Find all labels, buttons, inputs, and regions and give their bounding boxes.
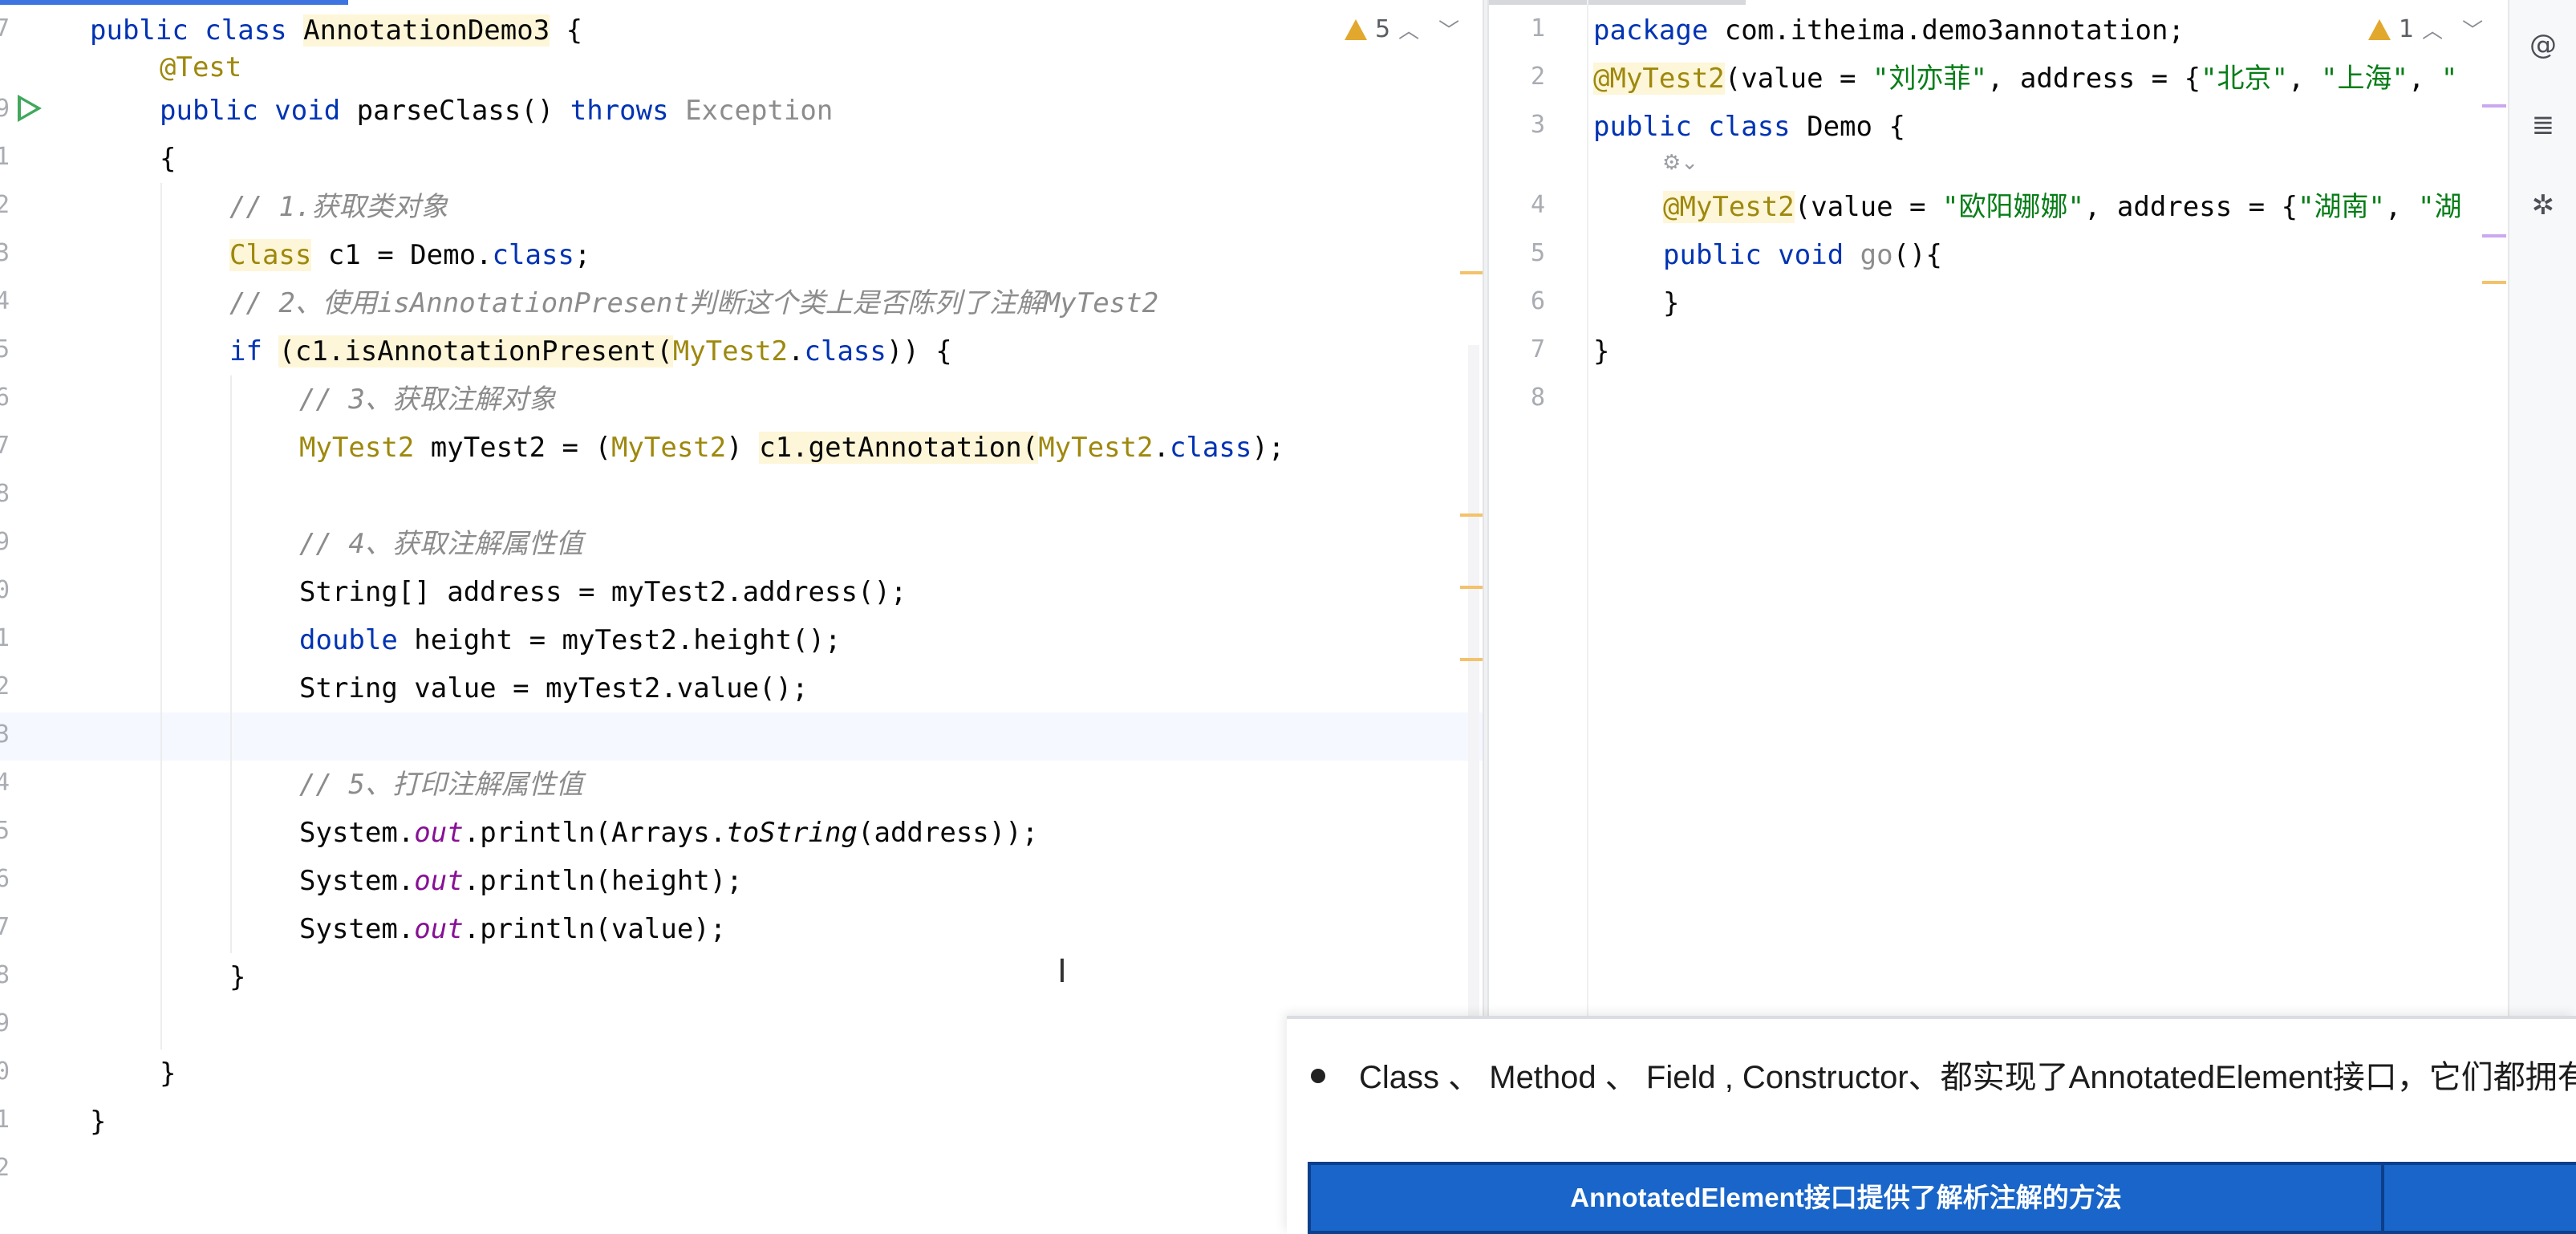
error-stripe-marker[interactable] xyxy=(1460,658,1483,661)
warning-count: 1 xyxy=(2399,15,2415,43)
code-line[interactable]: // 3、获取注解对象 xyxy=(299,375,556,424)
code-line[interactable]: } xyxy=(160,1049,176,1098)
error-stripe-marker[interactable] xyxy=(2482,281,2506,284)
inlay-hint-icon[interactable]: ⚙⌄ xyxy=(1662,151,1698,175)
line-number: 5 xyxy=(1530,239,1545,267)
ai-assistant-icon[interactable]: @ xyxy=(2527,29,2559,61)
line-number: 7 xyxy=(0,14,10,43)
line-number: 6 xyxy=(0,384,10,412)
database-icon[interactable]: ≣ xyxy=(2527,109,2559,141)
indent-guide xyxy=(230,375,232,953)
code-line[interactable]: } xyxy=(90,1098,106,1146)
line-number: 1 xyxy=(1530,14,1545,43)
code-line[interactable]: MyTest2 myTest2 = (MyTest2) c1.getAnnota… xyxy=(299,424,1284,472)
code-line[interactable]: Class c1 = Demo.class; xyxy=(229,231,590,279)
line-number: 3 xyxy=(1530,111,1545,139)
line-number: 7 xyxy=(0,432,10,460)
error-stripe-marker[interactable] xyxy=(1460,513,1483,517)
warning-icon xyxy=(2368,18,2391,40)
line-number: 1 xyxy=(0,1106,10,1134)
inspection-widget[interactable]: 5 ︿ ﹀ xyxy=(1345,14,1471,44)
slide-table-header-cell: AnnotatedElement接口提供了解析注解的方法 xyxy=(1311,1165,2384,1231)
plugin-icon[interactable]: ✲ xyxy=(2527,189,2559,221)
line-number: 4 xyxy=(0,769,10,797)
error-stripe-marker[interactable] xyxy=(2482,104,2506,108)
caret-line-highlight xyxy=(0,712,1483,761)
text-cursor-icon: I xyxy=(1057,953,1067,990)
line-number: 0 xyxy=(0,576,10,604)
line-number: 6 xyxy=(1530,287,1545,315)
code-line[interactable]: public class Demo { xyxy=(1593,103,1905,151)
line-number: 9 xyxy=(0,528,10,556)
error-stripe-marker[interactable] xyxy=(1460,586,1483,589)
error-stripe-marker[interactable] xyxy=(2482,234,2506,237)
line-number: 1 xyxy=(0,624,10,652)
error-stripe-marker[interactable] xyxy=(1460,271,1483,274)
warning-count: 5 xyxy=(1375,15,1391,43)
slide-table-header: AnnotatedElement接口提供了解析注解的方法 xyxy=(1308,1162,2576,1234)
code-line[interactable]: { xyxy=(160,135,176,183)
code-line[interactable]: public void parseClass() throws Exceptio… xyxy=(160,87,833,135)
slide-bullet-text: Class 、 Method 、 Field , Constructor、都实现… xyxy=(1359,1060,2576,1095)
presentation-slide: Class 、 Method 、 Field , Constructor、都实现… xyxy=(1287,1016,2576,1234)
code-line[interactable]: public void go(){ xyxy=(1663,231,1942,279)
code-line[interactable]: // 1.获取类对象 xyxy=(229,183,448,231)
line-number: 5 xyxy=(0,817,10,845)
code-line[interactable]: @MyTest2(value = "欧阳娜娜", address = {"湖南"… xyxy=(1663,183,2461,231)
code-line[interactable]: System.out.println(height); xyxy=(299,857,743,905)
line-number: 0 xyxy=(0,1057,10,1086)
line-number: 4 xyxy=(1530,191,1545,219)
line-number: 2 xyxy=(0,672,10,700)
line-number: 2 xyxy=(0,191,10,219)
chevron-down-icon[interactable]: ﹀ xyxy=(1438,14,1471,44)
run-gutter-icon[interactable] xyxy=(18,95,42,122)
code-line[interactable]: // 2、使用isAnnotationPresent判断这个类上是否陈列了注解M… xyxy=(229,279,1158,327)
inspection-widget[interactable]: 1 ︿ ﹀ xyxy=(2368,14,2494,44)
line-number: 7 xyxy=(1530,335,1545,363)
line-number-gutter: 7 9 1 2 3 4 5 6 7 8 9 0 1 2 3 4 5 6 7 8 9 0 1 2 xyxy=(0,0,83,1231)
warning-icon xyxy=(1345,18,1367,40)
line-number: 9 xyxy=(0,1009,10,1037)
chevron-up-icon[interactable]: ︿ xyxy=(1398,14,1430,44)
line-number: 8 xyxy=(0,480,10,508)
code-line[interactable]: @MyTest2(value = "刘亦菲", address = {"北京",… xyxy=(1593,55,2457,103)
indent-guide xyxy=(160,183,162,1049)
code-line[interactable]: } xyxy=(229,953,245,1001)
bullet-icon xyxy=(1311,1069,1325,1083)
line-number: 8 xyxy=(0,961,10,989)
code-line[interactable]: double height = myTest2.height(); xyxy=(299,616,842,664)
code-line[interactable]: System.out.println(Arrays.toString(addre… xyxy=(299,809,1038,857)
line-number: 6 xyxy=(0,865,10,893)
code-line[interactable]: if (c1.isAnnotationPresent(MyTest2.class… xyxy=(229,327,952,375)
line-number: 7 xyxy=(0,913,10,941)
line-number: 8 xyxy=(1530,384,1545,412)
code-line[interactable]: String[] address = myTest2.address(); xyxy=(299,568,907,616)
editor-pane-annotation-demo3[interactable]: 791234567890123456789012 public class An… xyxy=(0,0,1483,1231)
code-line[interactable]: } xyxy=(1663,279,1679,327)
chevron-down-icon[interactable]: ﹀ xyxy=(2462,14,2494,44)
code-line[interactable]: package com.itheima.demo3annotation; xyxy=(1593,6,2185,55)
code-line[interactable]: String value = myTest2.value(); xyxy=(299,664,809,712)
code-line[interactable]: } xyxy=(1593,327,1609,375)
line-number: 2 xyxy=(1530,63,1545,91)
line-number: 1 xyxy=(0,143,10,171)
line-number: 2 xyxy=(0,1154,10,1182)
line-number: 3 xyxy=(0,721,10,749)
code-line[interactable]: // 5、打印注解属性值 xyxy=(299,761,583,809)
chevron-up-icon[interactable]: ︿ xyxy=(2422,14,2454,44)
line-number: 3 xyxy=(0,239,10,267)
code-line[interactable]: @Test xyxy=(160,43,241,91)
line-number: 5 xyxy=(0,335,10,363)
line-number: 9 xyxy=(0,95,10,123)
code-line[interactable]: // 4、获取注解属性值 xyxy=(299,520,583,568)
line-number: 4 xyxy=(0,287,10,315)
code-line[interactable]: System.out.println(value); xyxy=(299,905,726,953)
